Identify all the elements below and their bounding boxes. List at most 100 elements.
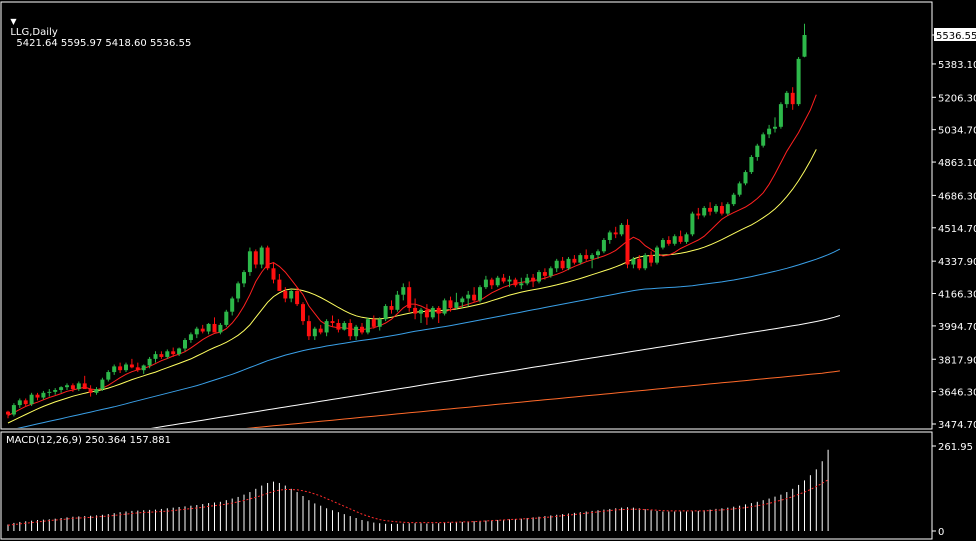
candle-body bbox=[88, 389, 93, 393]
candle-body bbox=[719, 206, 724, 214]
candle-body bbox=[566, 258, 571, 269]
candle-body bbox=[360, 326, 364, 333]
candle-body bbox=[796, 58, 801, 105]
candle-body bbox=[94, 389, 99, 393]
candle-body bbox=[684, 234, 689, 242]
candle-body bbox=[401, 287, 406, 295]
candle-body bbox=[253, 251, 258, 265]
candle-body bbox=[749, 156, 754, 173]
candle-body bbox=[472, 294, 477, 301]
candle-body bbox=[283, 290, 288, 299]
candle-body bbox=[336, 323, 341, 330]
candle-body bbox=[784, 92, 789, 105]
candle-body bbox=[761, 134, 766, 146]
candle-body bbox=[649, 255, 654, 263]
candle-body bbox=[454, 302, 459, 308]
candle-body bbox=[560, 260, 565, 269]
candle-body bbox=[47, 391, 52, 393]
price-tick-label: 5383.10 bbox=[938, 60, 976, 71]
candle-body bbox=[607, 232, 612, 240]
price-tick-label: 5206.30 bbox=[938, 93, 976, 104]
candle-body bbox=[153, 354, 158, 359]
price-tick-label: 3646.30 bbox=[938, 388, 976, 399]
candle-body bbox=[6, 411, 10, 415]
candle-body bbox=[660, 239, 665, 248]
candle-body bbox=[76, 383, 81, 390]
candle-body bbox=[578, 255, 583, 263]
candle-body bbox=[53, 389, 58, 392]
candle-body bbox=[177, 348, 182, 355]
candle-body bbox=[478, 287, 482, 301]
candle-body bbox=[371, 319, 376, 327]
candle-body bbox=[737, 183, 742, 195]
candle-body bbox=[106, 372, 111, 380]
ma-blue-line bbox=[17, 248, 841, 428]
candle-body bbox=[714, 206, 718, 212]
candle-body bbox=[277, 279, 282, 291]
candle-body bbox=[324, 321, 329, 333]
candle-body bbox=[247, 251, 252, 273]
candle-body bbox=[271, 268, 276, 280]
candle-body bbox=[82, 383, 87, 390]
candle-body bbox=[513, 279, 518, 286]
main-chart-frame bbox=[0, 1, 933, 430]
candle-body bbox=[601, 239, 606, 252]
candle-body bbox=[678, 236, 683, 242]
candle-body bbox=[112, 366, 117, 373]
candle-body bbox=[755, 145, 760, 157]
candle-body bbox=[135, 367, 140, 371]
candle-body bbox=[147, 358, 152, 366]
candle-body bbox=[65, 385, 69, 388]
candle-body bbox=[448, 300, 453, 308]
ma-yellow-line bbox=[7, 149, 817, 424]
candle-body bbox=[206, 323, 211, 332]
candle-body bbox=[23, 400, 28, 405]
candle-body bbox=[643, 255, 648, 269]
candle-body bbox=[696, 213, 701, 216]
candle-body bbox=[460, 298, 465, 303]
price-tick-label: 3474.70 bbox=[938, 420, 976, 431]
price-tick-label: 4337.90 bbox=[938, 257, 976, 268]
ma-orange-line bbox=[245, 370, 840, 428]
candle-body bbox=[637, 258, 642, 269]
candle-body bbox=[725, 204, 730, 214]
candle-body bbox=[436, 307, 441, 314]
candle-body bbox=[348, 323, 353, 337]
candle-body bbox=[596, 251, 600, 256]
candle-body bbox=[242, 272, 246, 284]
candle-body bbox=[200, 328, 205, 332]
candle-body bbox=[306, 321, 311, 337]
candle-body bbox=[572, 258, 577, 263]
candle-body bbox=[625, 224, 630, 265]
candle-body bbox=[672, 236, 677, 244]
candle-body bbox=[224, 311, 229, 325]
candle-body bbox=[218, 324, 223, 333]
candle-body bbox=[507, 279, 512, 282]
candle-body bbox=[590, 255, 595, 259]
current-price-label: 5536.55 bbox=[936, 31, 976, 42]
candle-body bbox=[383, 306, 388, 320]
candle-body bbox=[413, 307, 418, 314]
candle-body bbox=[424, 309, 429, 318]
price-tick-label: 4166.30 bbox=[938, 290, 976, 301]
candle-body bbox=[790, 92, 795, 105]
price-tick-label: 3994.70 bbox=[938, 322, 976, 333]
candle-body bbox=[295, 290, 300, 305]
ma-fast-line bbox=[7, 94, 817, 416]
candle-body bbox=[489, 279, 494, 286]
candle-body bbox=[301, 304, 305, 322]
candle-body bbox=[743, 172, 748, 184]
candle-body bbox=[194, 328, 199, 335]
candle-body bbox=[129, 364, 134, 368]
candle-body bbox=[29, 394, 34, 405]
candle-body bbox=[483, 279, 488, 288]
candle-body bbox=[395, 294, 400, 310]
candle-body bbox=[613, 232, 618, 235]
candle-body bbox=[655, 247, 659, 263]
macd-signal-line bbox=[7, 479, 829, 526]
candle-body bbox=[554, 260, 559, 269]
candle-body bbox=[619, 224, 624, 235]
chart-canvas[interactable]: 5536.55 5383.10 5206.30 5034.70 4863.10 4686.… bbox=[0, 0, 976, 541]
price-tick-label: 4514.70 bbox=[938, 224, 976, 235]
price-tick-label: 4686.30 bbox=[938, 191, 976, 202]
